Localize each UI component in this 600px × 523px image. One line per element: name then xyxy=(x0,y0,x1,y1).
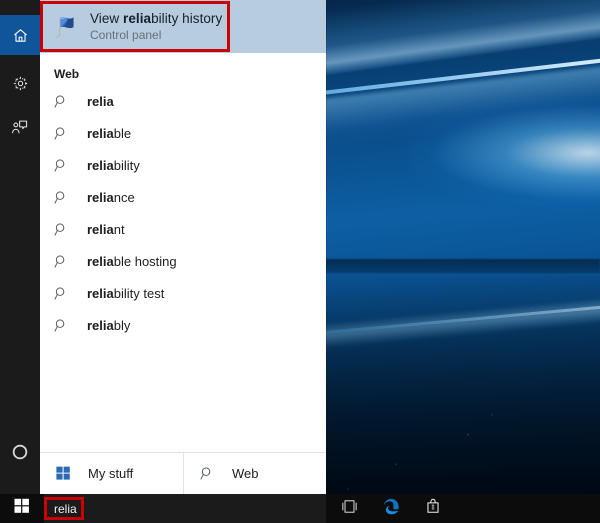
suggestion-rest-text: ble xyxy=(113,125,132,141)
sidebar-item-feedback[interactable] xyxy=(0,107,40,147)
search-icon xyxy=(54,123,76,143)
suggestion-row[interactable]: relia xyxy=(40,85,326,117)
taskbar: relia xyxy=(0,494,600,523)
best-match-text: View reliability history Control panel xyxy=(90,10,222,43)
suggestion-matched-text: relia xyxy=(87,317,114,333)
cortana-search-panel: View reliability history Control panel W… xyxy=(0,0,326,494)
cortana-bottom-tabs: My stuff Web xyxy=(40,452,326,494)
suggestion-rest-text: bly xyxy=(113,317,131,333)
suggestion-label: relia xyxy=(87,94,114,109)
store-bag-icon xyxy=(424,497,442,520)
suggestion-label: reliable hosting xyxy=(87,254,177,269)
home-icon xyxy=(12,27,29,44)
search-icon xyxy=(54,315,76,335)
best-match-result[interactable]: View reliability history Control panel xyxy=(40,0,326,53)
suggestion-label: reliable xyxy=(87,126,131,141)
tab-web[interactable]: Web xyxy=(183,453,326,494)
suggestion-label: reliability xyxy=(87,158,140,173)
suggestion-label: reliance xyxy=(87,190,135,205)
cortana-circle-icon xyxy=(10,442,30,462)
suggestion-matched-text: relia xyxy=(87,221,114,237)
microsoft-edge-button[interactable] xyxy=(370,494,412,523)
suggestion-label: reliability test xyxy=(87,286,164,301)
windows-logo-icon xyxy=(56,465,76,483)
search-icon xyxy=(54,251,76,271)
task-view-button[interactable] xyxy=(328,494,370,523)
suggestion-row[interactable]: reliance xyxy=(40,181,326,213)
cortana-left-rail xyxy=(0,0,40,494)
search-icon xyxy=(200,465,220,483)
suggestion-row[interactable]: reliability xyxy=(40,149,326,181)
suggestion-matched-text: relia xyxy=(87,125,114,141)
tab-my-stuff[interactable]: My stuff xyxy=(40,453,183,494)
suggestion-matched-text: relia xyxy=(87,93,114,109)
suggestion-label: reliant xyxy=(87,222,125,237)
best-match-subtitle: Control panel xyxy=(90,28,162,42)
suggestion-row[interactable]: reliable hosting xyxy=(40,245,326,277)
search-icon xyxy=(54,91,76,111)
windows-logo-icon xyxy=(14,498,30,519)
screen: View reliability history Control panel W… xyxy=(0,0,600,523)
best-match-title: View reliability history xyxy=(90,11,223,26)
edge-icon xyxy=(382,497,401,521)
search-icon xyxy=(54,283,76,303)
suggestion-row[interactable]: reliability test xyxy=(40,277,326,309)
suggestion-rest-text: bility test xyxy=(113,285,165,301)
suggestion-row[interactable]: reliant xyxy=(40,213,326,245)
tab-my-stuff-label: My stuff xyxy=(88,466,134,481)
suggestion-rows: relia reliable reliability reliance reliant r… xyxy=(40,85,326,341)
search-input-value: relia xyxy=(54,501,77,516)
suggestion-rest-text: nt xyxy=(113,221,125,237)
sidebar-item-notebook[interactable] xyxy=(0,63,40,103)
suggestion-row[interactable]: reliable xyxy=(40,117,326,149)
suggestion-rest-text: bility xyxy=(113,157,140,173)
search-icon xyxy=(54,219,76,239)
task-view-icon xyxy=(340,499,359,519)
cortana-results-column: View reliability history Control panel W… xyxy=(40,0,326,494)
gear-icon xyxy=(12,75,29,92)
start-button[interactable] xyxy=(0,494,44,523)
suggestion-matched-text: relia xyxy=(87,285,114,301)
suggestion-matched-text: relia xyxy=(87,253,114,269)
suggestion-matched-text: relia xyxy=(87,157,114,173)
suggestion-rest-text: ble hosting xyxy=(113,253,177,269)
search-icon xyxy=(54,187,76,207)
search-icon xyxy=(54,155,76,175)
suggestion-row[interactable]: reliably xyxy=(40,309,326,341)
suggestion-label: reliably xyxy=(87,318,130,333)
feedback-icon xyxy=(11,118,29,136)
web-suggestions-list: Web relia reliable reliability reliance reli… xyxy=(40,53,326,452)
suggestion-matched-text: relia xyxy=(87,189,114,205)
microsoft-store-button[interactable] xyxy=(412,494,454,523)
suggestion-rest-text: nce xyxy=(113,189,135,205)
sidebar-item-home[interactable] xyxy=(0,15,40,55)
section-header-web: Web xyxy=(54,67,80,81)
taskbar-search-input[interactable]: relia xyxy=(44,494,326,523)
tab-web-label: Web xyxy=(232,466,259,481)
reliability-flag-icon xyxy=(45,6,87,48)
sidebar-item-cortana[interactable] xyxy=(0,432,40,472)
